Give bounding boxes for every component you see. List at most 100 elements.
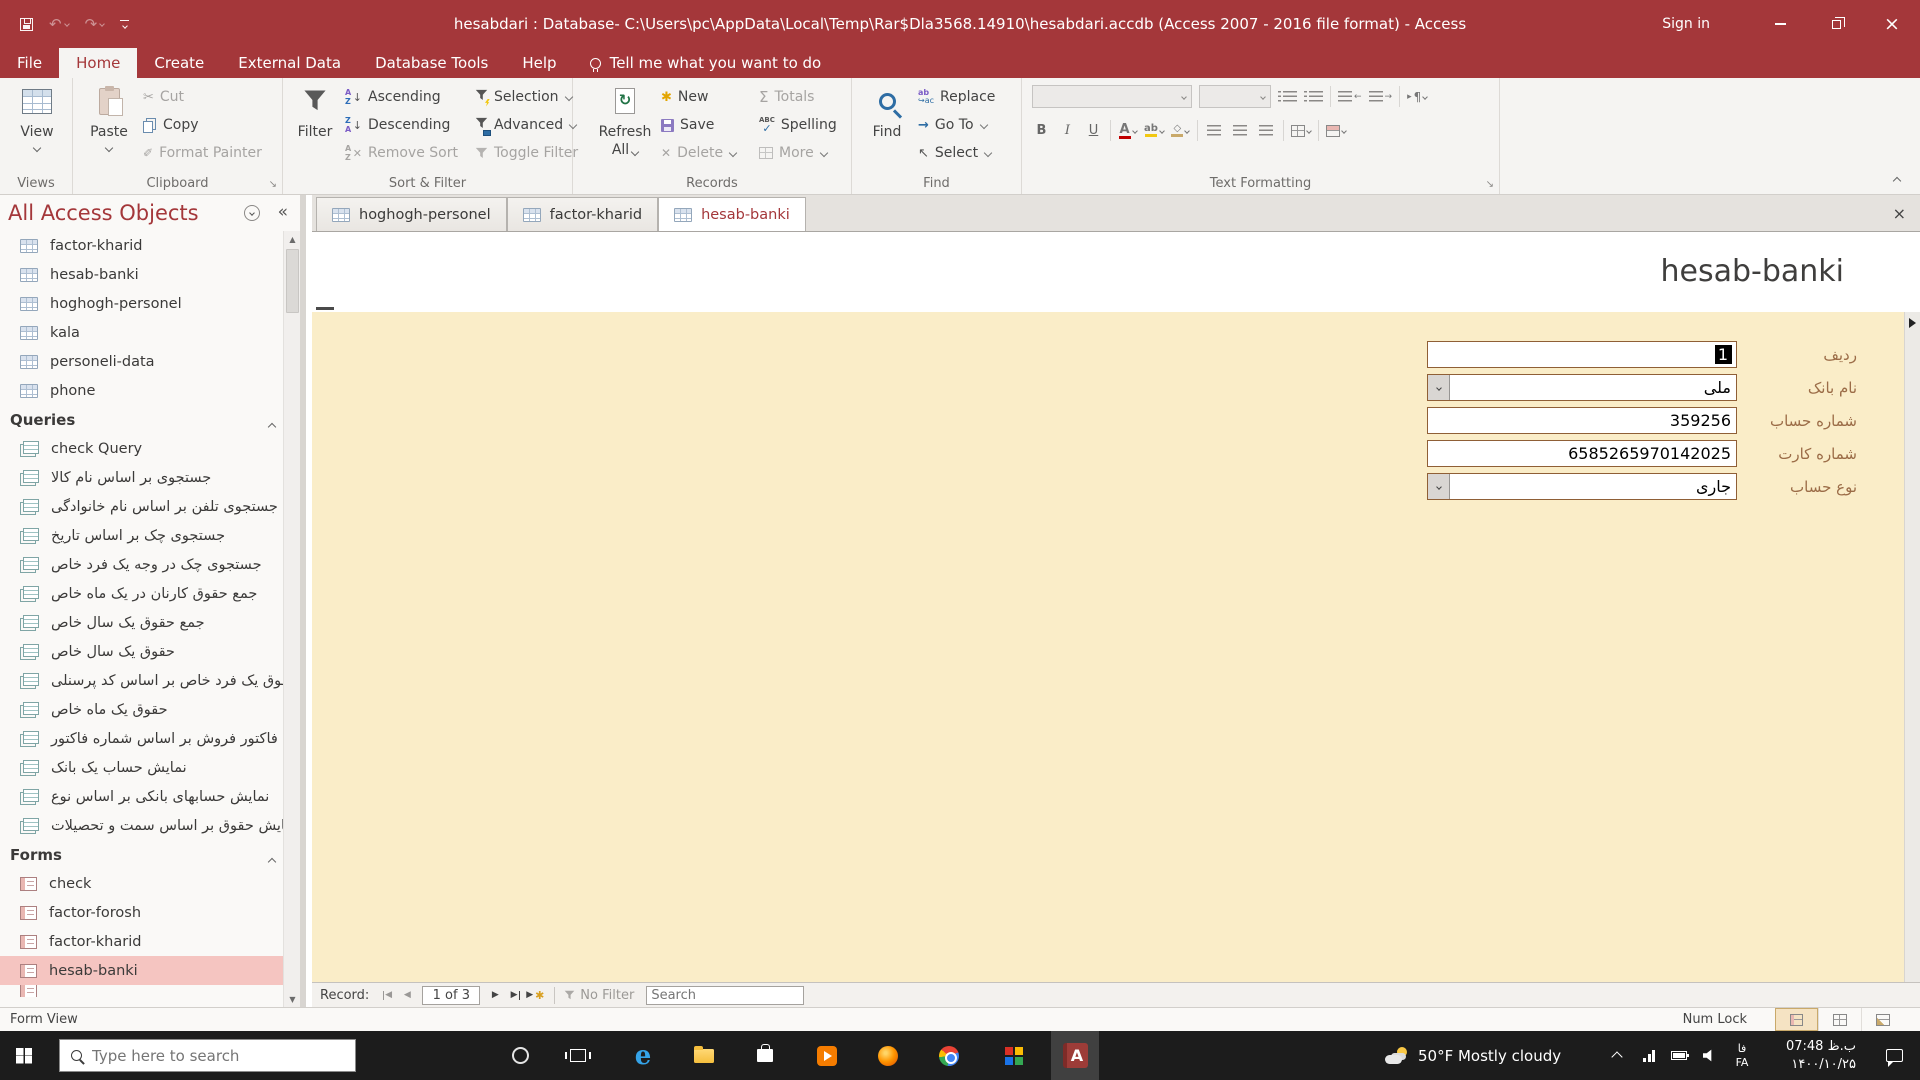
nav-item-query[interactable]: حقوق یک سال خاص [0, 637, 283, 666]
highlight-color-button[interactable]: ab [1144, 121, 1165, 141]
nav-pane-scrollbar[interactable]: ▲ ▼ [283, 231, 300, 1007]
collapse-section-icon[interactable] [267, 416, 277, 434]
record-position[interactable]: 1 of 3 [422, 985, 481, 1005]
battery-tray-icon[interactable] [1666, 1031, 1692, 1080]
taskbar-search-input[interactable] [92, 1046, 322, 1065]
numbering-icon[interactable] [1304, 87, 1323, 107]
save-record-button[interactable]: Save [661, 111, 736, 139]
nav-item-query[interactable]: نمایش حساب یک بانک [0, 753, 283, 782]
taskbar-search[interactable] [59, 1039, 356, 1072]
underline-button[interactable]: U [1084, 121, 1103, 141]
weather-widget[interactable]: 50°F Mostly cloudy [1385, 1031, 1565, 1080]
new-blank-record-icon[interactable]: ▶ ✱ [525, 989, 545, 1002]
task-view-button[interactable] [554, 1031, 602, 1080]
document-tab[interactable]: hoghogh-personel [316, 197, 507, 231]
format-painter-button[interactable]: ✐ Format Painter [143, 139, 262, 167]
cortana-button[interactable] [496, 1031, 544, 1080]
datasheet-view-button[interactable] [1818, 1008, 1861, 1031]
app-button[interactable] [990, 1031, 1038, 1080]
refresh-all-button[interactable]: ↻ Refresh All [595, 83, 655, 159]
clipboard-dialog-launcher[interactable]: ↘ [269, 179, 277, 190]
replace-button[interactable]: ab ↪ac Replace [918, 83, 995, 111]
redo-icon[interactable]: ↷ [85, 16, 105, 32]
nav-item-form[interactable] [0, 985, 283, 997]
nav-item-query[interactable]: حقوق یک ماه خاص [0, 695, 283, 724]
font-size-combo[interactable] [1199, 85, 1271, 108]
record-search-input[interactable] [646, 985, 805, 1005]
shutter-bar-close-icon[interactable]: « [278, 202, 288, 222]
form-field-input[interactable]: 6585265970142025 [1427, 440, 1737, 467]
document-tab[interactable]: hesab-banki [658, 197, 806, 231]
tab-file[interactable]: File [0, 48, 59, 78]
nav-item-query[interactable]: نمایش حسابهای بانکی بر اساس نوع [0, 782, 283, 811]
font-name-combo[interactable] [1032, 85, 1192, 108]
form-view-button[interactable] [1775, 1008, 1818, 1031]
sign-in-button[interactable]: Sign in [1662, 16, 1710, 32]
customize-quick-access-icon[interactable] [120, 19, 130, 30]
access-taskbar-button[interactable]: A [1051, 1031, 1099, 1080]
clock[interactable]: 07:48 ب.ظ ۱۴۰۰/۱۰/۲۵ [1762, 1031, 1862, 1080]
bold-button[interactable]: B [1032, 121, 1051, 141]
document-tab[interactable]: factor-kharid [506, 197, 659, 231]
media-player-button[interactable] [803, 1031, 851, 1080]
nav-item-form[interactable]: factor-forosh [0, 898, 283, 927]
cut-button[interactable]: ✂ Cut [143, 83, 262, 111]
totals-button[interactable]: Σ Totals [759, 83, 837, 111]
selection-button[interactable]: Selection [475, 83, 578, 111]
spelling-button[interactable]: ABC ✓ Spelling [759, 111, 837, 139]
nav-item-table[interactable]: hoghogh-personel [0, 289, 283, 318]
nav-item-form[interactable]: hesab-banki [0, 956, 283, 985]
nav-item-query[interactable]: جستجوی تلفن بر اساس نام خانوادگی [0, 492, 283, 521]
remove-sort-button[interactable]: A Z ✕ Remove Sort [345, 139, 458, 167]
nav-item-table[interactable]: kala [0, 318, 283, 347]
start-button[interactable] [0, 1031, 48, 1080]
filter-state-button[interactable]: No Filter [564, 988, 634, 1003]
scrollbar-up-icon[interactable]: ▲ [284, 231, 300, 247]
nav-item-query[interactable]: جمع حقوق کارنان در یک ماه خاص [0, 579, 283, 608]
volume-tray-icon[interactable] [1696, 1031, 1722, 1080]
more-button[interactable]: More [759, 139, 837, 167]
font-color-button[interactable]: A [1118, 121, 1138, 141]
minimize-button[interactable] [1752, 0, 1808, 48]
next-record-icon[interactable]: ▶ [485, 990, 505, 1000]
collapse-section-icon[interactable] [267, 851, 277, 869]
save-icon[interactable] [20, 17, 33, 31]
nav-pane-menu-icon[interactable] [244, 205, 260, 221]
action-center-button[interactable] [1872, 1031, 1916, 1080]
nav-item-form[interactable]: factor-kharid [0, 927, 283, 956]
last-record-icon[interactable]: ▶ [505, 990, 525, 1000]
ribbon-tab[interactable]: External Data [221, 48, 358, 78]
nav-item-query[interactable]: فاکتور فروش بر اساس شماره فاکتور [0, 724, 283, 753]
nav-section-forms[interactable]: Forms [0, 840, 283, 869]
ribbon-tab[interactable]: Database Tools [358, 48, 505, 78]
previous-record-icon[interactable]: ◀ [397, 990, 417, 1000]
restore-button[interactable] [1808, 0, 1864, 48]
nav-item-table[interactable]: phone [0, 376, 283, 405]
nav-section-queries[interactable]: Queries [0, 405, 283, 434]
gridlines-icon[interactable] [1290, 121, 1312, 141]
filter-button[interactable]: Filter [289, 83, 341, 142]
form-field-input[interactable]: 1 [1427, 341, 1737, 368]
scroll-right-icon[interactable] [1909, 318, 1916, 328]
network-tray-icon[interactable] [1636, 1031, 1662, 1080]
form-right-scroll-strip[interactable] [1904, 312, 1920, 982]
descending-button[interactable]: Z A ↓ Descending [345, 111, 458, 139]
combo-dropdown-icon[interactable] [1428, 474, 1450, 499]
close-button[interactable]: × [1864, 0, 1920, 48]
increase-indent-icon[interactable]: → [1368, 87, 1392, 107]
language-indicator[interactable]: فا FA [1726, 1031, 1758, 1080]
show-hidden-icons-button[interactable] [1604, 1031, 1630, 1080]
nav-item-query[interactable]: نمایش حقوق بر اساس سمت و تحصیلات [0, 811, 283, 840]
scrollbar-thumb[interactable] [286, 249, 299, 313]
edge-button[interactable]: e [619, 1031, 667, 1080]
copy-button[interactable]: Copy [143, 111, 262, 139]
text-direction-icon[interactable]: ▸ ¶ [1407, 87, 1429, 107]
background-fill-button[interactable]: ◇ [1171, 121, 1191, 141]
nav-item-query[interactable]: حقوق یک فرد خاص بر اساس کد پرسنلی [0, 666, 283, 695]
select-button[interactable]: ↖ Select [918, 139, 995, 167]
decrease-indent-icon[interactable]: ← [1338, 87, 1362, 107]
alternate-row-color-icon[interactable] [1325, 121, 1347, 141]
find-button[interactable]: Find [864, 83, 910, 142]
ribbon-tab[interactable]: Help [505, 48, 573, 78]
form-field-input[interactable]: ملی [1427, 374, 1737, 401]
